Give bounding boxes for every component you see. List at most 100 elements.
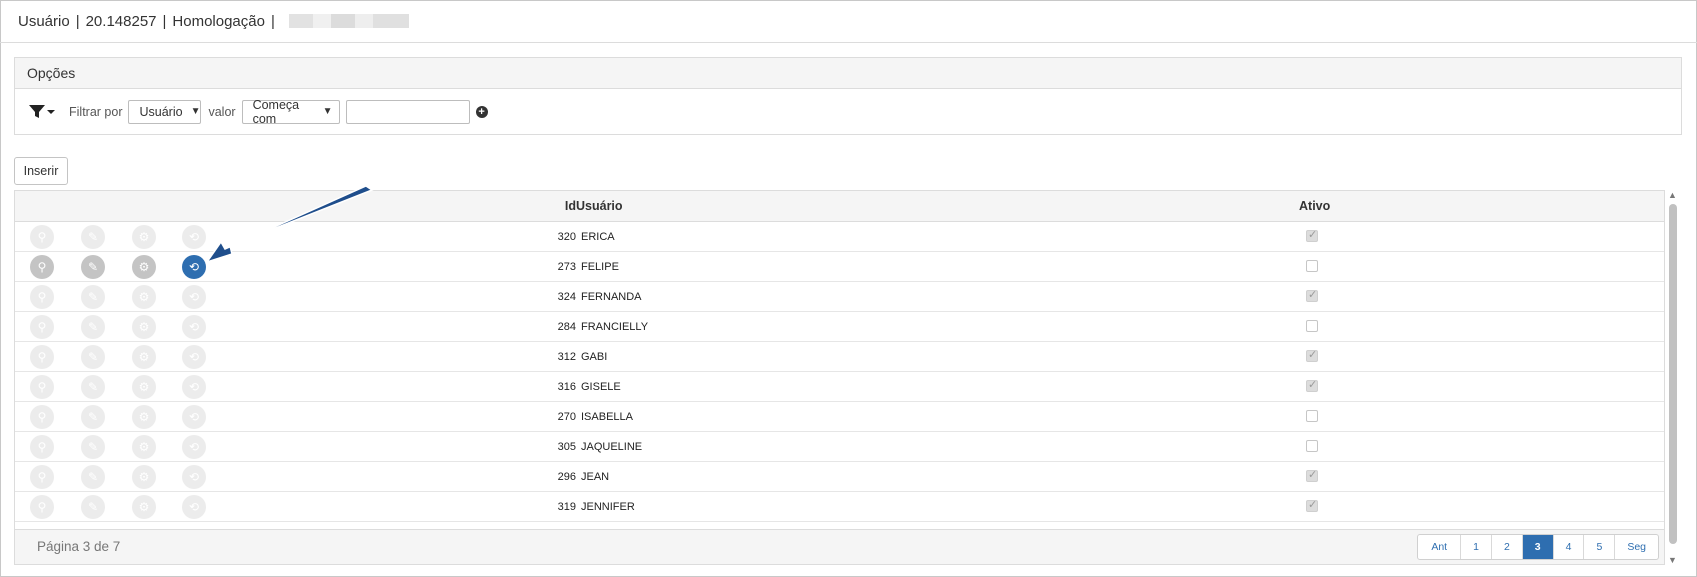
- search-icon[interactable]: ⚲: [30, 345, 54, 369]
- cell-id: 273: [557, 261, 576, 273]
- active-checkbox: [1306, 288, 1318, 302]
- pencil-icon[interactable]: ✎: [81, 405, 105, 429]
- active-checkbox: [1306, 320, 1318, 332]
- gear-icon[interactable]: ⚙: [132, 465, 156, 489]
- insert-button[interactable]: Inserir: [14, 157, 68, 185]
- table-row[interactable]: ⚲ ✎ ⚙ ⟲ 270 ISABELLA: [15, 402, 1664, 432]
- pencil-icon[interactable]: ✎: [81, 495, 105, 519]
- table-body: ⚲ ✎ ⚙ ⟲ 320 ERICA ⚲ ✎ ⚙ ⟲ 273 FELIPE ⚲ ✎ ⚙ ⟲ 324 FERNANDA…: [15, 222, 1664, 522]
- gear-icon[interactable]: ⚙: [132, 405, 156, 429]
- cell-id: 312: [557, 351, 576, 363]
- history-icon[interactable]: ⟲: [182, 345, 206, 369]
- history-icon[interactable]: ⟲: [182, 315, 206, 339]
- users-table: Id Usuário Ativo ⚲ ✎ ⚙ ⟲ 320 ERICA ⚲ ✎ ⚙ ⟲ 273 FELI…: [14, 190, 1665, 565]
- column-header-id[interactable]: Id: [565, 199, 576, 213]
- pager-item[interactable]: Ant: [1418, 535, 1460, 559]
- cell-user: ISABELLA: [581, 411, 633, 423]
- pager-item[interactable]: Seg: [1614, 535, 1658, 559]
- cell-user: ERICA: [581, 231, 615, 243]
- gear-icon[interactable]: ⚙: [132, 375, 156, 399]
- history-icon[interactable]: ⟲: [182, 225, 206, 249]
- pager-item[interactable]: 1: [1460, 535, 1491, 559]
- cell-id: 284: [557, 321, 576, 333]
- plus-circle-icon[interactable]: +: [475, 105, 488, 118]
- table-row[interactable]: ⚲ ✎ ⚙ ⟲ 324 FERNANDA: [15, 282, 1664, 312]
- page-title: Usuário | 20.148257 | Homologação |: [0, 0, 1697, 43]
- chevron-down-icon: ▼: [322, 106, 333, 117]
- pencil-icon[interactable]: ✎: [81, 435, 105, 459]
- pencil-icon[interactable]: ✎: [81, 375, 105, 399]
- table-header: Id Usuário Ativo: [15, 191, 1664, 222]
- table-row[interactable]: ⚲ ✎ ⚙ ⟲ 320 ERICA: [15, 222, 1664, 252]
- search-icon[interactable]: ⚲: [30, 435, 54, 459]
- history-icon[interactable]: ⟲: [182, 375, 206, 399]
- gear-icon[interactable]: ⚙: [132, 315, 156, 339]
- table-row[interactable]: ⚲ ✎ ⚙ ⟲ 296 JEAN: [15, 462, 1664, 492]
- table-row[interactable]: ⚲ ✎ ⚙ ⟲ 316 GISELE: [15, 372, 1664, 402]
- gear-icon[interactable]: ⚙: [132, 495, 156, 519]
- gear-icon[interactable]: ⚙: [132, 285, 156, 309]
- table-row[interactable]: ⚲ ✎ ⚙ ⟲ 284 FRANCIELLY: [15, 312, 1664, 342]
- active-checkbox: [1306, 498, 1318, 512]
- pager-item[interactable]: 4: [1552, 535, 1584, 559]
- scrollbar-thumb[interactable]: [1669, 204, 1677, 544]
- scroll-down-icon[interactable]: ▼: [1668, 555, 1677, 565]
- gear-icon[interactable]: ⚙: [132, 345, 156, 369]
- pencil-icon[interactable]: ✎: [81, 255, 105, 279]
- table-row[interactable]: ⚲ ✎ ⚙ ⟲ 312 GABI: [15, 342, 1664, 372]
- pager-item[interactable]: 3: [1521, 535, 1553, 559]
- pencil-icon[interactable]: ✎: [81, 225, 105, 249]
- title-entity: Usuário: [18, 12, 70, 30]
- pagination: Ant 1 2 3 4 5 Seg: [1417, 534, 1659, 560]
- pencil-icon[interactable]: ✎: [81, 285, 105, 309]
- cell-id: 320: [557, 231, 576, 243]
- column-header-user[interactable]: Usuário: [576, 199, 623, 213]
- cell-user: FELIPE: [581, 261, 619, 273]
- cell-id: 319: [557, 501, 576, 513]
- cell-id: 305: [557, 441, 576, 453]
- search-icon[interactable]: ⚲: [30, 225, 54, 249]
- search-icon[interactable]: ⚲: [30, 495, 54, 519]
- search-icon[interactable]: ⚲: [30, 375, 54, 399]
- search-icon[interactable]: ⚲: [30, 285, 54, 309]
- history-icon[interactable]: ⟲: [182, 405, 206, 429]
- pager-item[interactable]: 5: [1583, 535, 1614, 559]
- value-label: valor: [208, 104, 236, 119]
- cell-user: GABI: [581, 351, 608, 363]
- pencil-icon[interactable]: ✎: [81, 465, 105, 489]
- history-icon[interactable]: ⟲: [182, 255, 206, 279]
- table-row[interactable]: ⚲ ✎ ⚙ ⟲ 273 FELIPE: [15, 252, 1664, 282]
- history-icon[interactable]: ⟲: [182, 435, 206, 459]
- table-row[interactable]: ⚲ ✎ ⚙ ⟲ 319 JENNIFER: [15, 492, 1664, 522]
- gear-icon[interactable]: ⚙: [132, 225, 156, 249]
- search-icon[interactable]: ⚲: [30, 465, 54, 489]
- gear-icon[interactable]: ⚙: [132, 435, 156, 459]
- cell-user: JENNIFER: [581, 501, 635, 513]
- cell-id: 270: [557, 411, 576, 423]
- history-icon[interactable]: ⟲: [182, 285, 206, 309]
- history-icon[interactable]: ⟲: [182, 465, 206, 489]
- pencil-icon[interactable]: ✎: [81, 315, 105, 339]
- condition-value: Começa com: [252, 97, 300, 126]
- pencil-icon[interactable]: ✎: [81, 345, 105, 369]
- history-icon[interactable]: ⟲: [182, 495, 206, 519]
- filter-dropdown-icon[interactable]: [29, 104, 55, 119]
- cell-id: 324: [557, 291, 576, 303]
- options-title: Opções: [15, 58, 1681, 89]
- search-icon[interactable]: ⚲: [30, 405, 54, 429]
- gear-icon[interactable]: ⚙: [132, 255, 156, 279]
- filter-field-select[interactable]: Usuário ▼: [128, 99, 202, 124]
- pager-item[interactable]: 2: [1490, 535, 1522, 559]
- active-checkbox: [1306, 228, 1318, 242]
- cell-user: FERNANDA: [581, 291, 642, 303]
- search-icon[interactable]: ⚲: [30, 315, 54, 339]
- column-header-active[interactable]: Ativo: [1299, 199, 1330, 213]
- cell-user: GISELE: [581, 381, 621, 393]
- table-row[interactable]: ⚲ ✎ ⚙ ⟲ 305 JAQUELINE: [15, 432, 1664, 462]
- filter-value-input[interactable]: [345, 99, 470, 124]
- scrollbar[interactable]: ▲ ▼: [1666, 190, 1680, 565]
- search-icon[interactable]: ⚲: [30, 255, 54, 279]
- redacted-text: [288, 14, 409, 28]
- scroll-up-icon[interactable]: ▲: [1668, 190, 1677, 200]
- condition-select[interactable]: Começa com ▼: [241, 97, 340, 126]
